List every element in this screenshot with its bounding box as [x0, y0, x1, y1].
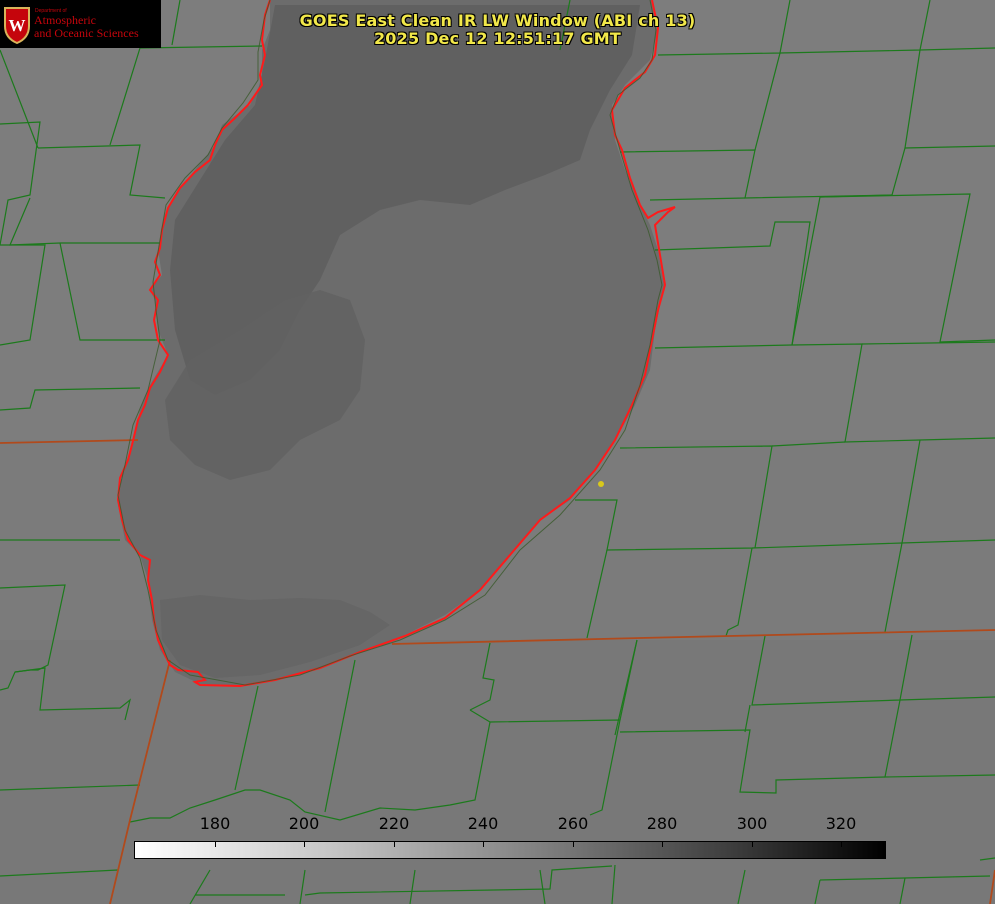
- colorbar-tick: [215, 842, 216, 847]
- uw-crest-icon: W: [4, 7, 30, 44]
- colorbar-tick: [394, 842, 395, 847]
- colorbar-tick: [304, 842, 305, 847]
- logo-name-line2: and Oceanic Sciences: [34, 26, 139, 40]
- colorbar-tick: [752, 842, 753, 847]
- temperature-colorbar: [134, 841, 886, 859]
- title-product: GOES East Clean IR LW Window (ABI ch 13): [299, 11, 696, 30]
- svg-text:W: W: [9, 16, 26, 35]
- colorbar-tick-label: 280: [646, 814, 678, 833]
- colorbar-tick-label: 240: [467, 814, 499, 833]
- colorbar-tick: [483, 842, 484, 847]
- satellite-map: [0, 0, 995, 904]
- aos-logo: W Department of Atmospheric and Oceanic …: [0, 0, 161, 48]
- colorbar-tick: [662, 842, 663, 847]
- colorbar-tick-label: 260: [557, 814, 589, 833]
- colorbar-tick-label: 200: [288, 814, 320, 833]
- colorbar-tick: [573, 842, 574, 847]
- colorbar-tick-labels: 180 200 220 240 260 280 300 320: [0, 815, 995, 835]
- colorbar-tick-label: 320: [825, 814, 857, 833]
- colorbar-tick: [841, 842, 842, 847]
- image-title: GOES East Clean IR LW Window (ABI ch 13)…: [250, 12, 745, 48]
- title-timestamp: 2025 Dec 12 12:51:17 GMT: [373, 29, 622, 48]
- location-marker: [598, 481, 604, 487]
- colorbar-tick-label: 300: [736, 814, 768, 833]
- colorbar-tick-label: 180: [199, 814, 231, 833]
- colorbar-tick-label: 220: [378, 814, 410, 833]
